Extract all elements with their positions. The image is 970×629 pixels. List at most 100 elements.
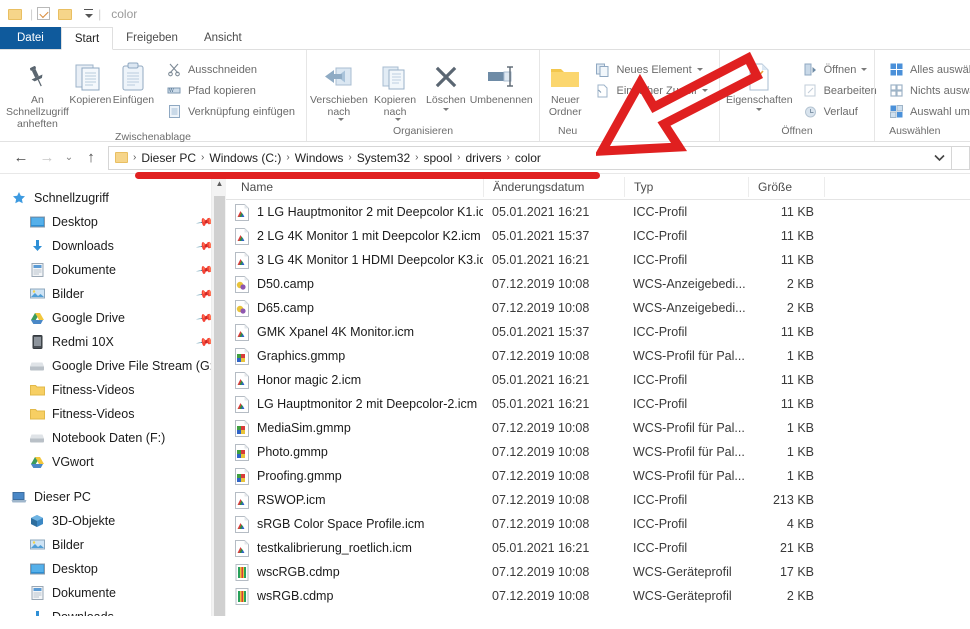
- tab-datei[interactable]: Datei: [0, 27, 61, 49]
- breadcrumb-item-color[interactable]: color: [511, 151, 545, 165]
- edit-button[interactable]: Bearbeiten: [797, 80, 882, 101]
- sidebar-item-desktop-pc[interactable]: Desktop: [0, 557, 226, 581]
- copy-path-button[interactable]: W Pfad kopieren: [161, 80, 300, 101]
- table-row[interactable]: LG Hauptmonitor 2 mit Deepcolor-2.icm 05.…: [226, 392, 970, 416]
- select-all-button[interactable]: Alles auswählen: [883, 59, 970, 80]
- table-row[interactable]: Graphics.gmmp 07.12.2019 10:08 WCS-Profil …: [226, 344, 970, 368]
- table-row[interactable]: D65.camp 07.12.2019 10:08 WCS-Anzeigebedi.…: [226, 296, 970, 320]
- chevron-down-icon-4[interactable]: [696, 68, 703, 71]
- sidebar-item-google-drive-file-stream[interactable]: Google Drive File Stream (G:) 📌: [0, 354, 226, 378]
- sidebar-item-downloads-pc[interactable]: Downloads: [0, 605, 226, 616]
- new-folder-icon[interactable]: [58, 6, 74, 22]
- file-name-cell[interactable]: GMK Xpanel 4K Monitor.icm: [226, 323, 483, 341]
- folder-icon[interactable]: [8, 6, 24, 22]
- table-row[interactable]: RSWOP.icm 07.12.2019 10:08 ICC-Profil 213 K…: [226, 488, 970, 512]
- copy-to-button[interactable]: Kopieren nach: [368, 56, 422, 121]
- cut-button[interactable]: Ausschneiden: [161, 59, 300, 80]
- table-row[interactable]: 2 LG 4K Monitor 1 mit Deepcolor K2.icm 05…: [226, 224, 970, 248]
- scroll-up-icon[interactable]: ▲: [212, 174, 226, 192]
- breadcrumb[interactable]: › Dieser PC › Windows (C:) › Windows › S…: [108, 145, 952, 170]
- table-row[interactable]: Proofing.gmmp 07.12.2019 10:08 WCS-Profil …: [226, 464, 970, 488]
- table-row[interactable]: 1 LG Hauptmonitor 2 mit Deepcolor K1.ic.…: [226, 200, 970, 224]
- search-input[interactable]: [952, 145, 970, 170]
- file-name-cell[interactable]: Proofing.gmmp: [226, 467, 483, 485]
- breadcrumb-item-drivers[interactable]: drivers: [462, 151, 506, 165]
- file-name-cell[interactable]: Photo.gmmp: [226, 443, 483, 461]
- move-to-button[interactable]: Verschieben nach: [310, 56, 368, 121]
- back-button[interactable]: ←: [8, 145, 34, 171]
- column-header-size[interactable]: Größe: [748, 176, 824, 197]
- file-name-cell[interactable]: MediaSim.gmmp: [226, 419, 483, 437]
- sidebar-item-schnellzugriff[interactable]: Schnellzugriff: [0, 186, 226, 210]
- table-row[interactable]: D50.camp 07.12.2019 10:08 WCS-Anzeigebedi.…: [226, 272, 970, 296]
- copy-button[interactable]: Kopieren: [69, 56, 112, 106]
- chevron-down-icon[interactable]: [338, 118, 345, 121]
- select-none-button[interactable]: Nichts auswählen: [883, 80, 970, 101]
- paste-shortcut-button[interactable]: Verknüpfung einfügen: [161, 101, 300, 122]
- breadcrumb-item-spool[interactable]: spool: [419, 151, 456, 165]
- sidebar-item-google-drive[interactable]: Google Drive 📌: [0, 306, 226, 330]
- sidebar-item-dokumente[interactable]: Dokumente 📌: [0, 258, 226, 282]
- table-row[interactable]: Photo.gmmp 07.12.2019 10:08 WCS-Profil für…: [226, 440, 970, 464]
- file-name-cell[interactable]: LG Hauptmonitor 2 mit Deepcolor-2.icm: [226, 395, 483, 413]
- sidebar-item-bilder[interactable]: Bilder 📌: [0, 282, 226, 306]
- column-header-spare[interactable]: [824, 176, 970, 197]
- tab-freigeben[interactable]: Freigeben: [113, 27, 191, 49]
- customize-quick-access-caret-icon[interactable]: [83, 8, 94, 19]
- file-name-cell[interactable]: 1 LG Hauptmonitor 2 mit Deepcolor K1.ic.…: [226, 203, 483, 221]
- file-name-cell[interactable]: wsRGB.cdmp: [226, 587, 483, 605]
- file-name-cell[interactable]: Honor magic 2.icm: [226, 371, 483, 389]
- table-row[interactable]: 3 LG 4K Monitor 1 HDMI Deepcolor K3.icm 0…: [226, 248, 970, 272]
- recent-locations-button[interactable]: ⌄: [60, 145, 78, 171]
- easy-access-button[interactable]: Einfacher Zugriff: [589, 80, 713, 101]
- invert-selection-button[interactable]: Auswahl umkehren: [883, 101, 970, 122]
- file-name-cell[interactable]: wscRGB.cdmp: [226, 563, 483, 581]
- table-row[interactable]: GMK Xpanel 4K Monitor.icm 05.01.2021 15:3…: [226, 320, 970, 344]
- open-button[interactable]: Öffnen: [797, 59, 882, 80]
- address-dropdown-chevron-icon[interactable]: [927, 154, 951, 162]
- paste-button[interactable]: Einfügen: [112, 56, 155, 106]
- breadcrumb-item-windows[interactable]: Windows: [291, 151, 348, 165]
- file-name-cell[interactable]: Graphics.gmmp: [226, 347, 483, 365]
- new-folder-button[interactable]: Neuer Ordner: [548, 56, 582, 118]
- scrollbar-thumb[interactable]: [214, 196, 225, 616]
- file-name-cell[interactable]: sRGB Color Space Profile.icm: [226, 515, 483, 533]
- column-header-name[interactable]: Name: [226, 177, 483, 197]
- sidebar-item-redmi-10x[interactable]: Redmi 10X 📌: [0, 330, 226, 354]
- sidebar-item-notebook-daten-f[interactable]: Notebook Daten (F:): [0, 426, 226, 450]
- tab-start[interactable]: Start: [60, 27, 114, 50]
- new-item-button[interactable]: Neues Element: [589, 59, 713, 80]
- history-button[interactable]: Verlauf: [797, 101, 882, 122]
- pin-to-quick-access-button[interactable]: An Schnellzugriff anheften: [6, 56, 69, 130]
- sidebar-item-dieser-pc[interactable]: Dieser PC: [0, 485, 226, 509]
- column-header-date[interactable]: Änderungsdatum: [483, 176, 624, 197]
- file-name-cell[interactable]: 3 LG 4K Monitor 1 HDMI Deepcolor K3.icm: [226, 251, 483, 269]
- chevron-down-icon-6[interactable]: [756, 108, 763, 111]
- breadcrumb-item-dieser-pc[interactable]: Dieser PC: [137, 151, 200, 165]
- table-row[interactable]: MediaSim.gmmp 07.12.2019 10:08 WCS-Profil …: [226, 416, 970, 440]
- sidebar-item-dokumente-pc[interactable]: Dokumente: [0, 581, 226, 605]
- file-name-cell[interactable]: testkalibrierung_roetlich.icm: [226, 539, 483, 557]
- sidebar-item-downloads[interactable]: Downloads 📌: [0, 234, 226, 258]
- sidebar-item-3d-objekte[interactable]: 3D-Objekte: [0, 509, 226, 533]
- table-row[interactable]: Honor magic 2.icm 05.01.2021 16:21 ICC-Pro…: [226, 368, 970, 392]
- column-header-type[interactable]: Typ: [624, 176, 748, 197]
- breadcrumb-item-system32[interactable]: System32: [353, 151, 414, 165]
- forward-button[interactable]: →: [34, 145, 60, 171]
- sidebar-item-fitness-videos-2[interactable]: Fitness-Videos: [0, 402, 226, 426]
- chevron-down-icon-3[interactable]: [442, 108, 449, 111]
- breadcrumb-item-windows-c[interactable]: Windows (C:): [205, 151, 285, 165]
- file-name-cell[interactable]: D50.camp: [226, 275, 483, 293]
- chevron-down-icon-2[interactable]: [394, 118, 401, 121]
- navigation-pane-scrollbar[interactable]: ▲: [211, 174, 226, 616]
- properties-checkbox-icon[interactable]: [37, 6, 53, 22]
- sidebar-item-fitness-videos-1[interactable]: Fitness-Videos: [0, 378, 226, 402]
- sidebar-item-vgwort[interactable]: VGwort: [0, 450, 226, 474]
- rename-button[interactable]: Umbenennen: [469, 56, 533, 106]
- chevron-down-icon-5[interactable]: [702, 89, 708, 92]
- sidebar-item-desktop[interactable]: Desktop 📌: [0, 210, 226, 234]
- file-name-cell[interactable]: D65.camp: [226, 299, 483, 317]
- table-row[interactable]: wsRGB.cdmp 07.12.2019 10:08 WCS-Geräteprof…: [226, 584, 970, 608]
- file-name-cell[interactable]: 2 LG 4K Monitor 1 mit Deepcolor K2.icm: [226, 227, 483, 245]
- properties-button[interactable]: Eigenschaften: [726, 56, 793, 111]
